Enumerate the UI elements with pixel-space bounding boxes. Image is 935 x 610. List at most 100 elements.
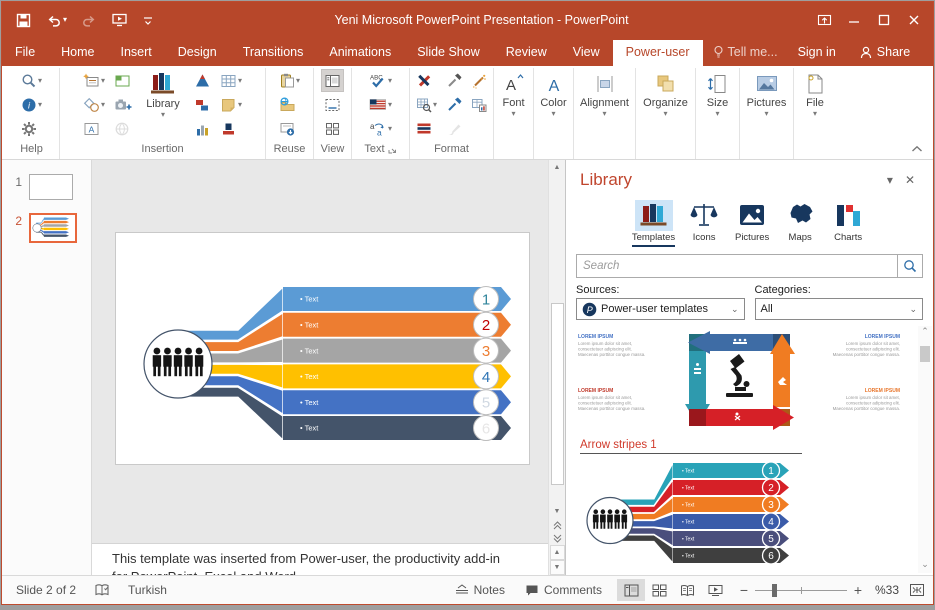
library-tab-charts[interactable]: Charts [826,198,870,247]
template-item-arrow-stripes[interactable]: • Text1• Text2• Text3• Text4• Text5• Tex… [580,459,933,575]
slide-sorter-view-button[interactable] [645,579,673,601]
reuse-import-button[interactable] [276,93,303,116]
format-magic-button[interactable] [468,69,490,92]
minimize-button[interactable] [839,7,869,33]
library-scroll-track[interactable] [920,340,930,559]
zoom-slider[interactable] [755,590,847,591]
proofing-button[interactable] [94,583,110,597]
notes-toggle-button[interactable]: Notes [450,580,510,600]
dialog-launcher-icon[interactable] [388,145,397,154]
insert-screenshot-button[interactable] [111,93,135,116]
insert-slide-button[interactable] [111,69,135,92]
slideshow-view-button[interactable] [701,579,729,601]
tab-file[interactable]: File [2,40,48,66]
slide-canvas[interactable]: • Text1• Text2• Text3• Text4• Text5• Tex… [115,232,530,465]
library-tab-templates[interactable]: Templates [629,198,678,247]
insert-shapes-button[interactable]: ▾ [80,93,108,116]
text-translate-button[interactable]: aa▾ [366,117,395,140]
next-slide-button[interactable] [550,532,565,545]
search-submit-button[interactable] [897,254,923,278]
insert-sticky-note-button[interactable]: ▾ [217,93,245,116]
slide-2-preview[interactable] [29,213,77,243]
font-menu-button[interactable]: A Font▾ [497,69,530,118]
insert-textbox-button[interactable]: A [80,117,108,140]
insert-table-button[interactable]: ▾ [217,69,245,92]
format-brush-button[interactable] [443,117,465,140]
pictures-menu-button[interactable]: Pictures▾ [743,69,790,118]
library-button[interactable]: Library ▾ [138,69,188,119]
redo-button[interactable] [81,13,97,28]
text-language-button[interactable]: ▾ [366,93,395,116]
format-table-picker-button[interactable]: ▾ [413,93,440,116]
scrollbar-thumb[interactable] [551,303,564,485]
slide-thumbnail-1[interactable]: 1 [2,174,91,200]
template-item-cycle[interactable]: LOREM IPSUMLorem ipsum dolor sit amet,co… [574,330,911,432]
zoom-in-button[interactable]: + [853,582,863,598]
notes-scroll-up-button[interactable]: ▲ [550,545,565,560]
view-notes-button[interactable] [321,93,344,116]
fit-slide-button[interactable] [909,583,925,597]
format-stripes-button[interactable] [413,117,440,140]
scroll-up-button[interactable]: ▲ [550,160,565,175]
view-normal-button[interactable] [321,69,344,92]
collapse-ribbon-button[interactable] [911,145,923,153]
close-button[interactable] [899,7,929,33]
library-tab-pictures[interactable]: Pictures [730,198,774,247]
save-button[interactable] [16,13,31,28]
zoom-slider-thumb[interactable] [772,584,777,597]
comments-toggle-button[interactable]: Comments [520,580,607,600]
customize-qat-button[interactable] [142,14,154,27]
tell-me-box[interactable]: Tell me... [703,40,788,66]
tab-transitions[interactable]: Transitions [230,40,317,66]
format-eyedropper2-button[interactable] [443,93,465,116]
undo-button[interactable]: ▾ [45,13,67,28]
categories-select[interactable]: All ⌄ [755,298,924,320]
text-proofing-button[interactable]: ABC▾ [366,69,395,92]
scroll-down-button[interactable]: ▼ [550,504,565,519]
tab-review[interactable]: Review [493,40,560,66]
alignment-menu-button[interactable]: Alignment▾ [577,69,632,118]
sources-select[interactable]: P Power-user templates ⌄ [576,298,745,320]
tab-insert[interactable]: Insert [108,40,165,66]
search-button[interactable]: ▾ [18,69,45,92]
tab-design[interactable]: Design [165,40,230,66]
normal-view-button[interactable] [617,579,645,601]
settings-button[interactable] [18,117,45,140]
scroll-up-chevron[interactable]: ⌃ [921,326,929,340]
undo-dropdown[interactable]: ▾ [63,16,67,24]
insert-pyramid-button[interactable] [191,69,214,92]
file-menu-button[interactable]: File▾ [797,69,833,118]
slide-thumbnail-2[interactable]: 2 [2,213,91,243]
sign-in-link[interactable]: Sign in [788,40,846,66]
scroll-down-chevron[interactable]: ⌄ [921,559,929,573]
view-grid-button[interactable] [321,117,344,140]
library-scroll-thumb[interactable] [920,346,930,362]
info-button[interactable]: i▾ [18,93,45,116]
reading-view-button[interactable] [673,579,701,601]
format-eyedropper-button[interactable] [443,69,465,92]
notes-scroll-down-button[interactable]: ▼ [550,560,565,575]
notes-pane[interactable]: This template was inserted from Power-us… [92,543,548,575]
format-table-chart-button[interactable] [468,93,490,116]
color-menu-button[interactable]: A Color▾ [537,69,570,118]
scrollbar-track[interactable] [550,175,565,504]
reuse-export-button[interactable] [276,117,303,140]
insert-template-button[interactable]: ▾ [80,69,108,92]
tab-slideshow[interactable]: Slide Show [404,40,493,66]
share-button[interactable]: Share [846,40,924,66]
start-slideshow-button[interactable] [111,12,128,28]
previous-slide-button[interactable] [550,519,565,532]
format-tools-button[interactable] [413,69,440,92]
slide-1-preview[interactable] [29,174,73,200]
vertical-scrollbar[interactable]: ▲ ▼ ▲ ▼ [548,160,565,575]
maximize-button[interactable] [869,7,899,33]
tab-power-user[interactable]: Power-user [613,40,703,66]
tab-home[interactable]: Home [48,40,107,66]
slide-editor[interactable]: • Text1• Text2• Text3• Text4• Text5• Tex… [92,160,548,543]
insert-chart-button[interactable] [191,117,214,140]
insert-link-button[interactable] [111,117,135,140]
zoom-out-button[interactable]: − [739,582,749,598]
reuse-paste-button[interactable]: ▾ [276,69,303,92]
arrow-stripes-diagram[interactable]: • Text1• Text2• Text3• Text4• Text5• Tex… [116,233,529,464]
pane-options-button[interactable]: ▾ [881,173,899,187]
